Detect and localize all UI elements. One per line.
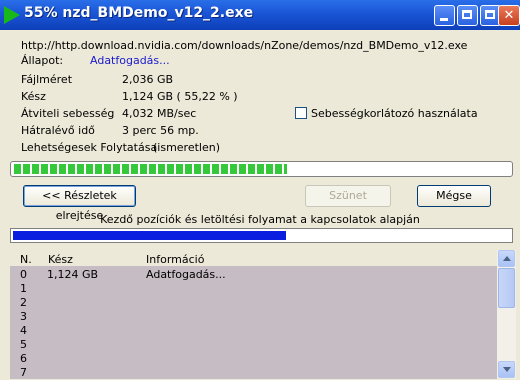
download-url: http://http.download.nvidia.com/download… xyxy=(21,39,468,52)
speed-label: Átviteli sebesség xyxy=(21,107,115,120)
download-window: 55% nzd_BMDemo_v12_2.exe ✕ http://http.d… xyxy=(0,0,520,379)
restore-icon xyxy=(462,10,472,19)
connections-progress-fill xyxy=(13,231,286,240)
column-header-done[interactable]: Kész xyxy=(48,253,73,266)
row-number: 6 xyxy=(20,352,27,365)
row-done: 1,124 GB xyxy=(47,268,99,281)
connections-caption: Kezdő pozíciók és letöltési folyamat a k… xyxy=(100,213,420,226)
window-title: 55% nzd_BMDemo_v12_2.exe xyxy=(24,5,254,21)
column-header-n[interactable]: N. xyxy=(20,253,32,266)
minimize-icon xyxy=(440,18,448,21)
download-progress-bar xyxy=(10,161,513,177)
done-value: 1,124 GB ( 55,22 % ) xyxy=(122,90,238,103)
list-item[interactable]: 6 xyxy=(10,352,497,366)
restore-button[interactable] xyxy=(457,5,478,26)
download-arrow-icon xyxy=(4,6,20,24)
list-item[interactable]: 4 xyxy=(10,324,497,338)
remaining-time-label: Hátralévő idő xyxy=(21,124,95,137)
maximize-icon xyxy=(485,10,495,19)
list-item[interactable]: 2 xyxy=(10,296,497,310)
close-button[interactable]: ✕ xyxy=(498,5,520,26)
row-info: Adatfogadás... xyxy=(146,268,226,281)
close-icon: ✕ xyxy=(503,8,515,23)
vertical-scrollbar[interactable] xyxy=(497,250,516,379)
minimize-button[interactable] xyxy=(434,5,455,26)
file-size-label: Fájlméret xyxy=(21,73,73,86)
list-header: N. Kész Információ xyxy=(10,250,497,266)
remaining-time-value: 3 perc 56 mp. xyxy=(122,124,199,137)
row-number: 0 xyxy=(20,268,27,281)
row-number: 2 xyxy=(20,296,27,309)
connections-list[interactable]: N. Kész Információ 0 1,124 GB Adatfogadá… xyxy=(10,250,516,379)
pause-button[interactable]: Szünet xyxy=(305,185,391,207)
resume-label: Lehetségesek Folytatása xyxy=(21,141,158,154)
done-label: Kész xyxy=(21,90,46,103)
connections-progress-bar xyxy=(10,228,513,243)
row-number: 3 xyxy=(20,310,27,323)
chevron-down-icon xyxy=(503,367,511,372)
scroll-down-button[interactable] xyxy=(498,361,515,378)
list-item[interactable]: 7 xyxy=(10,366,497,380)
file-size-value: 2,036 GB xyxy=(122,73,174,86)
title-bar[interactable]: 55% nzd_BMDemo_v12_2.exe ✕ xyxy=(0,0,520,30)
status-label: Állapot: xyxy=(21,54,64,67)
row-number: 5 xyxy=(20,338,27,351)
list-item[interactable]: 0 1,124 GB Adatfogadás... xyxy=(10,268,497,282)
row-number: 4 xyxy=(20,324,27,337)
hide-details-button[interactable]: << Részletek elrejtése xyxy=(23,185,136,222)
list-item[interactable]: 5 xyxy=(10,338,497,352)
row-number: 1 xyxy=(20,282,27,295)
chevron-up-icon xyxy=(503,256,511,261)
download-progress-fill xyxy=(14,164,287,174)
cancel-button[interactable]: Mégse xyxy=(417,185,491,207)
list-item[interactable]: 1 xyxy=(10,282,497,296)
scroll-up-button[interactable] xyxy=(498,250,515,267)
list-item[interactable]: 3 xyxy=(10,310,497,324)
row-number: 7 xyxy=(20,366,27,379)
speed-limit-label[interactable]: Sebességkorlátozó használata xyxy=(311,107,478,120)
scroll-thumb[interactable] xyxy=(498,268,515,308)
speed-value: 4,032 MB/sec xyxy=(122,107,197,120)
resume-value: (ismeretlen) xyxy=(153,141,221,154)
column-header-info[interactable]: Információ xyxy=(146,253,204,266)
status-value: Adatfogadás... xyxy=(90,54,170,67)
speed-limit-checkbox[interactable] xyxy=(295,107,307,119)
